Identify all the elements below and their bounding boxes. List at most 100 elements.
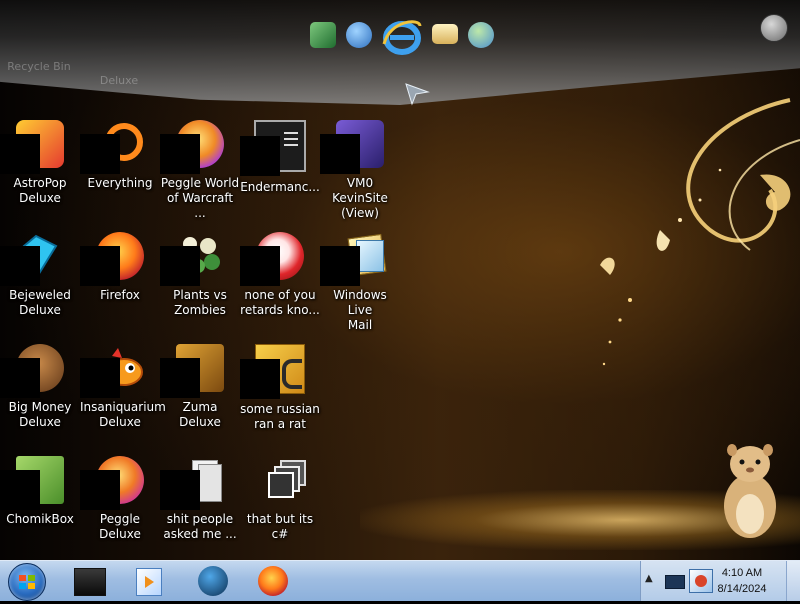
firefox-icon (258, 566, 288, 596)
redaction-box (0, 358, 40, 398)
plants-vs-zombies-icon (160, 232, 224, 286)
peggle-deluxe-icon (80, 456, 144, 510)
desktop-icon-label: Everything (87, 176, 153, 190)
mouse-cursor-icon (405, 83, 430, 106)
clock-time[interactable]: 4:10 AM (707, 567, 777, 579)
desktop-icon-label: Big Money Deluxe (8, 400, 72, 429)
desktop-icon-label: Firefox (100, 288, 140, 302)
ghost-label-deluxe: Deluxe (99, 74, 139, 87)
desktop-icon[interactable]: Big Money Deluxe (0, 340, 80, 452)
users-icon[interactable] (468, 22, 494, 48)
tray-camera-icon[interactable] (661, 567, 689, 595)
desktop-icon[interactable]: Firefox (80, 228, 160, 340)
taskbar-media-player[interactable] (124, 564, 172, 598)
desktop-icon[interactable]: Windows Live Mail (320, 228, 400, 340)
show-desktop-button[interactable] (786, 561, 800, 601)
terminal-icon (240, 120, 306, 176)
desktop-icon-label: Insaniquarium Deluxe (80, 400, 166, 429)
desktop-icon[interactable]: Insaniquarium Deluxe (80, 340, 166, 452)
document-icon (240, 344, 305, 399)
desktop-icon[interactable]: AstroPop Deluxe (0, 116, 80, 228)
redaction-box (240, 359, 280, 399)
desktop-icon-label: Peggle Deluxe (99, 512, 141, 541)
redaction-box (0, 246, 40, 286)
firefox-icon (80, 232, 144, 286)
network-globe-icon[interactable] (346, 22, 372, 48)
start-button[interactable] (8, 563, 46, 601)
everything-icon (80, 120, 144, 174)
redaction-box (0, 134, 40, 174)
peggle-wow-icon (160, 120, 224, 174)
chomikbox-icon (0, 456, 64, 510)
desktop-icon[interactable]: Plants vs Zombies (160, 228, 240, 340)
insaniquarium-icon (80, 344, 144, 398)
desktop-icon[interactable]: Peggle World of Warcraft ... (160, 116, 240, 228)
big-money-icon (0, 344, 64, 398)
desktop-icon[interactable]: shit people asked me ... (160, 452, 240, 560)
redaction-box (320, 134, 360, 174)
ghost-label-recycle-bin: Recycle Bin (7, 60, 71, 73)
redaction-box (0, 470, 40, 510)
redaction-box (160, 246, 200, 286)
redaction-box (240, 246, 280, 286)
desktop-icon[interactable]: VM0 KevinSite (View) (320, 116, 400, 228)
hamster-gadget-icon[interactable] (716, 436, 784, 540)
redaction-box (160, 358, 200, 398)
desktop-icon-label: none of you retards kno... (240, 288, 320, 317)
desktop-icon[interactable]: Bejeweled Deluxe (0, 228, 80, 340)
wallpaper-swirl (600, 98, 800, 366)
desktop-icon[interactable]: ChomikBox (0, 452, 80, 560)
desktop-icon[interactable]: that but its c# (240, 452, 320, 560)
desktop-icon[interactable]: some russian ran a rat (240, 340, 320, 452)
desktop-icon[interactable]: Endermanc... (240, 116, 320, 228)
app-window-icon (74, 568, 106, 596)
redaction-box (320, 246, 360, 286)
desktop-icon[interactable]: Zuma Deluxe (160, 340, 240, 452)
redaction-box (80, 470, 120, 510)
desktop: Recycle Bin Deluxe AstroPop Deluxe Every… (0, 0, 800, 560)
astropop-icon (0, 120, 64, 174)
redaction-box (160, 134, 200, 174)
desktop-icon[interactable]: Peggle Deluxe (80, 452, 160, 560)
desktop-icon-label: shit people asked me ... (163, 512, 237, 541)
internet-explorer-icon[interactable] (380, 14, 424, 58)
desktop-icon-label: ChomikBox (6, 512, 74, 526)
desktop-icon[interactable]: none of you retards kno... (240, 228, 320, 340)
desktop-icon-label: Windows Live Mail (333, 288, 387, 332)
redaction-box (80, 358, 120, 398)
desktop-icon-label: Bejeweled Deluxe (9, 288, 71, 317)
redaction-box (80, 246, 120, 286)
corner-menu-button[interactable] (760, 14, 788, 42)
redaction-box (80, 134, 120, 174)
desktop-icon[interactable]: Everything (80, 116, 160, 228)
taskbar-app-window[interactable] (64, 564, 112, 598)
clock-date[interactable]: 8/14/2024 (707, 583, 777, 595)
top-dock (300, 14, 510, 62)
bejeweled-icon (0, 232, 64, 286)
globe-app-icon (198, 566, 228, 596)
desktop-icon-label: Zuma Deluxe (179, 400, 221, 429)
system-tray: ▲ 4:10 AM 8/14/2024 (640, 561, 800, 601)
taskbar-globe-app[interactable] (188, 564, 236, 598)
taskbar: ▲ 4:10 AM 8/14/2024 (0, 560, 800, 601)
windows-logo-icon (19, 575, 35, 589)
zuma-icon (160, 344, 224, 398)
desktop-icon-label: Peggle World of Warcraft ... (160, 176, 240, 220)
folder-icon (160, 456, 224, 510)
desktop-icon-label: Endermanc... (240, 180, 320, 194)
peggle-icon (240, 232, 304, 286)
windows-live-mail-icon (320, 232, 387, 286)
shortcut-files-icon (256, 456, 306, 504)
redaction-box (160, 470, 200, 510)
desktop-icon-label: VM0 KevinSite (View) (332, 176, 388, 220)
desktop-icon-label: Plants vs Zombies (173, 288, 227, 317)
sheets-icon[interactable] (310, 22, 336, 48)
desktop-icon-label: some russian ran a rat (240, 402, 320, 431)
taskbar-firefox[interactable] (248, 564, 296, 598)
redaction-box (240, 136, 280, 176)
desktop-icon-label: that but its c# (246, 512, 314, 541)
desktop-icon-label: AstroPop Deluxe (13, 176, 67, 205)
vm-icon (320, 120, 384, 174)
show-hidden-icons-icon[interactable]: ▲ (645, 573, 653, 584)
mail-envelope-icon[interactable] (432, 24, 458, 44)
